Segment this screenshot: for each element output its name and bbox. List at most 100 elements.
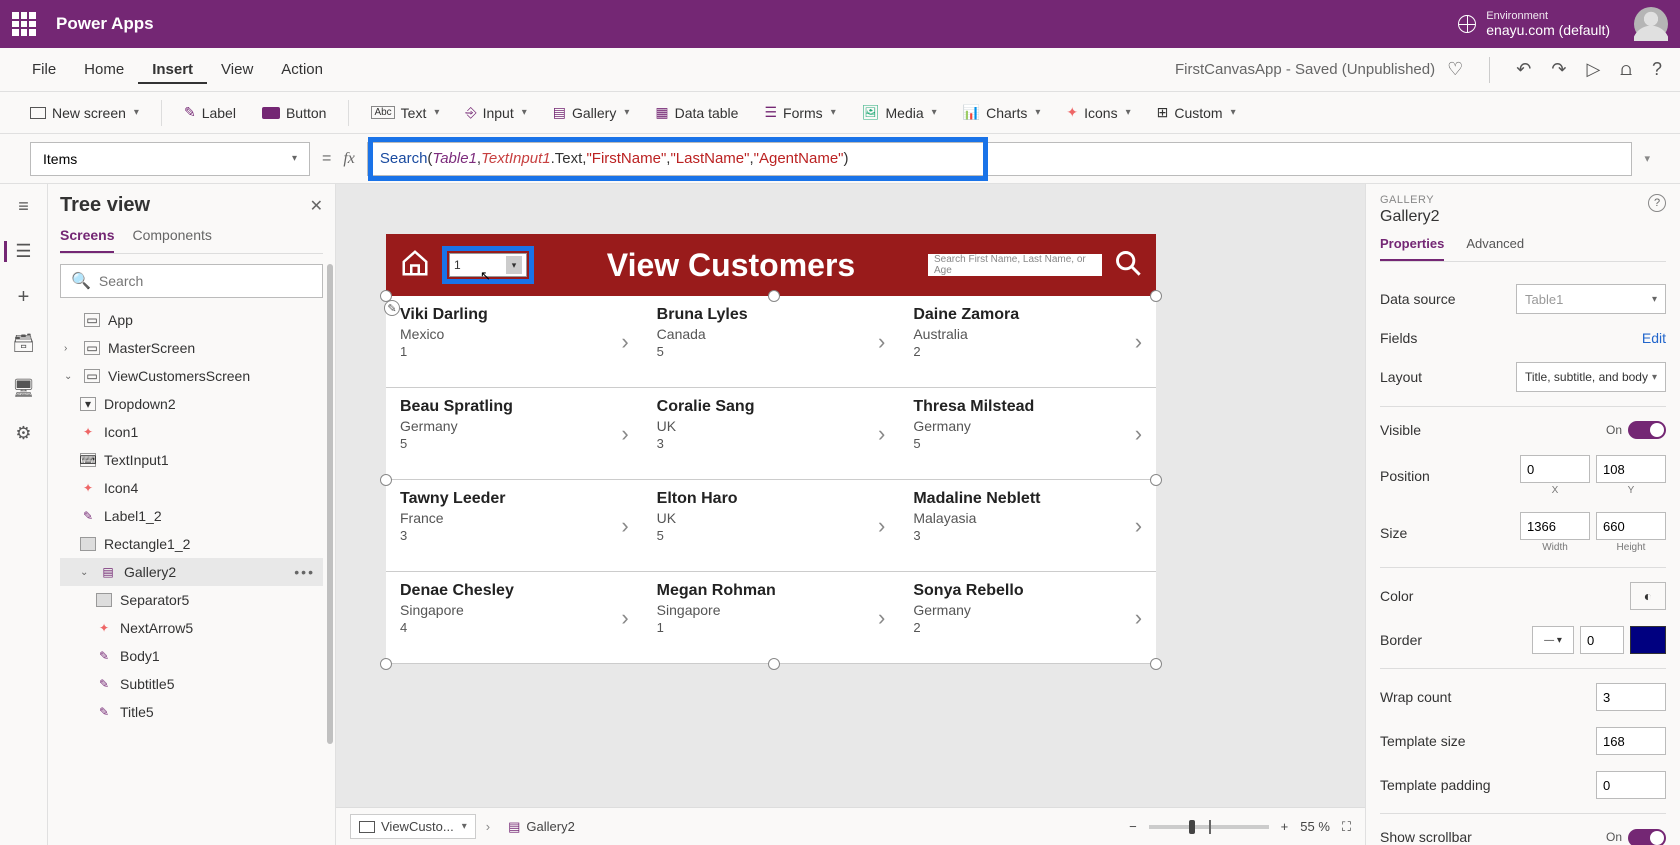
tree-node-body1[interactable]: ✎Body1 bbox=[60, 642, 323, 670]
menu-file[interactable]: File bbox=[18, 55, 70, 84]
ribbon-newscreen[interactable]: New screen▾ bbox=[20, 101, 149, 125]
menu-home[interactable]: Home bbox=[70, 55, 138, 84]
tab-screens[interactable]: Screens bbox=[60, 227, 114, 253]
home-icon[interactable] bbox=[400, 248, 430, 283]
ribbon-icons[interactable]: ✦Icons▾ bbox=[1056, 100, 1140, 125]
tree-search[interactable]: 🔍 bbox=[60, 264, 323, 298]
chevron-right-icon[interactable]: › bbox=[1135, 605, 1142, 631]
chevron-right-icon[interactable]: › bbox=[1135, 513, 1142, 539]
tree-node-dropdown2[interactable]: ▾Dropdown2 bbox=[60, 390, 323, 418]
insert-icon[interactable]: + bbox=[18, 286, 30, 309]
prop-position-y[interactable] bbox=[1596, 455, 1666, 483]
selection-handle[interactable] bbox=[768, 290, 780, 302]
chevron-right-icon[interactable]: › bbox=[621, 421, 628, 447]
selection-handle[interactable] bbox=[380, 474, 392, 486]
tree-node-textinput1[interactable]: ⌨TextInput1 bbox=[60, 446, 323, 474]
gallery-cell[interactable]: Thresa MilsteadGermany5› bbox=[899, 388, 1156, 479]
chevron-right-icon[interactable]: › bbox=[878, 421, 885, 447]
formula-input[interactable]: Search(Table1, TextInput1.Text, "FirstNa… bbox=[367, 142, 1633, 176]
menu-action[interactable]: Action bbox=[267, 55, 337, 84]
gallery-cell[interactable]: Beau SpratlingGermany5› bbox=[386, 388, 643, 479]
gallery-cell[interactable]: Megan RohmanSingapore1› bbox=[643, 572, 900, 663]
scrollbar-thumb[interactable] bbox=[327, 264, 333, 744]
app-checker-icon[interactable]: ♡ bbox=[1447, 59, 1463, 80]
gallery-cell[interactable]: Madaline NeblettMalayasia3› bbox=[899, 480, 1156, 571]
chevron-right-icon[interactable]: › bbox=[621, 329, 628, 355]
prop-datasource-select[interactable]: Table1▾ bbox=[1516, 284, 1666, 314]
chevron-right-icon[interactable]: › bbox=[878, 513, 885, 539]
tree-search-input[interactable] bbox=[99, 273, 312, 289]
media-rail-icon[interactable]: 🖥 bbox=[12, 378, 35, 399]
gallery-cell[interactable]: Elton HaroUK5› bbox=[643, 480, 900, 571]
ribbon-input[interactable]: ⎆Input▾ bbox=[455, 100, 536, 125]
prop-border-width[interactable] bbox=[1580, 626, 1624, 654]
prop-border-color[interactable] bbox=[1630, 626, 1666, 654]
prop-size-height[interactable] bbox=[1596, 512, 1666, 540]
tree-node-separator5[interactable]: Separator5 bbox=[60, 586, 323, 614]
tree-node-subtitle5[interactable]: ✎Subtitle5 bbox=[60, 670, 323, 698]
avatar[interactable] bbox=[1634, 7, 1668, 41]
zoom-slider[interactable] bbox=[1149, 825, 1269, 829]
ribbon-forms[interactable]: ☰Forms▾ bbox=[754, 100, 845, 125]
dropdown2-control[interactable]: 1 ▾ ↖ bbox=[449, 253, 527, 277]
tree-node-app[interactable]: ▭App bbox=[60, 306, 323, 334]
tree-node-nextarrow5[interactable]: ✦NextArrow5 bbox=[60, 614, 323, 642]
property-selector[interactable]: Items▾ bbox=[30, 142, 310, 176]
tree-node-viewcustomers[interactable]: ⌄▭ViewCustomersScreen bbox=[60, 362, 323, 390]
help-icon[interactable]: ? bbox=[1648, 194, 1666, 212]
gallery2-control[interactable]: Viki DarlingMexico1›Bruna LylesCanada5›D… bbox=[386, 296, 1156, 664]
menu-view[interactable]: View bbox=[207, 55, 267, 84]
tree-node-icon4[interactable]: ✦Icon4 bbox=[60, 474, 323, 502]
gallery-cell[interactable]: Tawny LeederFrance3› bbox=[386, 480, 643, 571]
prop-color-picker[interactable]: ◐ bbox=[1630, 582, 1666, 610]
prop-visible-toggle[interactable] bbox=[1628, 421, 1666, 439]
menu-insert[interactable]: Insert bbox=[138, 55, 207, 84]
undo-icon[interactable]: ↶ bbox=[1516, 59, 1531, 80]
settings-rail-icon[interactable]: ⚙ bbox=[15, 423, 31, 444]
help-icon[interactable]: ? bbox=[1652, 59, 1662, 80]
gallery-cell[interactable]: Bruna LylesCanada5› bbox=[643, 296, 900, 387]
ribbon-charts[interactable]: 📊Charts▾ bbox=[953, 100, 1051, 125]
chevron-right-icon[interactable]: › bbox=[878, 329, 885, 355]
gallery-cell[interactable]: Sonya RebelloGermany2› bbox=[899, 572, 1156, 663]
ribbon-gallery[interactable]: ▤Gallery▾ bbox=[543, 100, 640, 125]
formula-expand-icon[interactable]: ▾ bbox=[1644, 152, 1650, 165]
prop-border-style[interactable]: — ▾ bbox=[1532, 626, 1574, 654]
edit-indicator-icon[interactable]: ✎ bbox=[384, 300, 400, 316]
fx-icon[interactable]: fx bbox=[343, 150, 355, 168]
tree-node-label1-2[interactable]: ✎Label1_2 bbox=[60, 502, 323, 530]
selection-handle[interactable] bbox=[1150, 474, 1162, 486]
ribbon-label[interactable]: ✎Label bbox=[174, 100, 246, 125]
search-icon[interactable] bbox=[1114, 249, 1142, 282]
tree-node-gallery2[interactable]: ⌄▤Gallery2••• bbox=[60, 558, 323, 586]
chevron-down-icon[interactable]: ▾ bbox=[506, 256, 522, 274]
waffle-icon[interactable] bbox=[12, 12, 36, 36]
prop-fields-edit[interactable]: Edit bbox=[1642, 330, 1666, 346]
prop-templatesize-input[interactable] bbox=[1596, 727, 1666, 755]
prop-position-x[interactable] bbox=[1520, 455, 1590, 483]
app-screen[interactable]: 1 ▾ ↖ View Customers Search First Name, … bbox=[386, 234, 1156, 664]
ribbon-media[interactable]: 🖼Media▾ bbox=[852, 100, 947, 125]
share-icon[interactable]: ⩍ bbox=[1620, 59, 1632, 80]
ribbon-datatable[interactable]: ▦Data table bbox=[645, 100, 748, 125]
tab-advanced[interactable]: Advanced bbox=[1466, 236, 1524, 261]
redo-icon[interactable]: ↷ bbox=[1551, 59, 1566, 80]
tree-node-rectangle1-2[interactable]: Rectangle1_2 bbox=[60, 530, 323, 558]
tree-node-icon1[interactable]: ✦Icon1 bbox=[60, 418, 323, 446]
close-icon[interactable]: ✕ bbox=[310, 196, 323, 216]
data-icon[interactable]: 🗃 bbox=[12, 333, 35, 354]
chevron-right-icon[interactable]: › bbox=[878, 605, 885, 631]
gallery-cell[interactable]: Viki DarlingMexico1› bbox=[386, 296, 643, 387]
selection-handle[interactable] bbox=[380, 658, 392, 670]
prop-size-width[interactable] bbox=[1520, 512, 1590, 540]
chevron-right-icon[interactable]: › bbox=[1135, 421, 1142, 447]
prop-showscrollbar-toggle[interactable] bbox=[1628, 829, 1666, 845]
gallery-cell[interactable]: Coralie SangUK3› bbox=[643, 388, 900, 479]
prop-wrapcount-input[interactable] bbox=[1596, 683, 1666, 711]
more-icon[interactable]: ••• bbox=[294, 564, 315, 580]
breadcrumb-gallery[interactable]: ▤Gallery2 bbox=[500, 815, 583, 839]
chevron-right-icon[interactable]: › bbox=[621, 513, 628, 539]
ribbon-button[interactable]: Button bbox=[252, 101, 336, 125]
selection-handle[interactable] bbox=[1150, 290, 1162, 302]
chevron-right-icon[interactable]: › bbox=[1135, 329, 1142, 355]
